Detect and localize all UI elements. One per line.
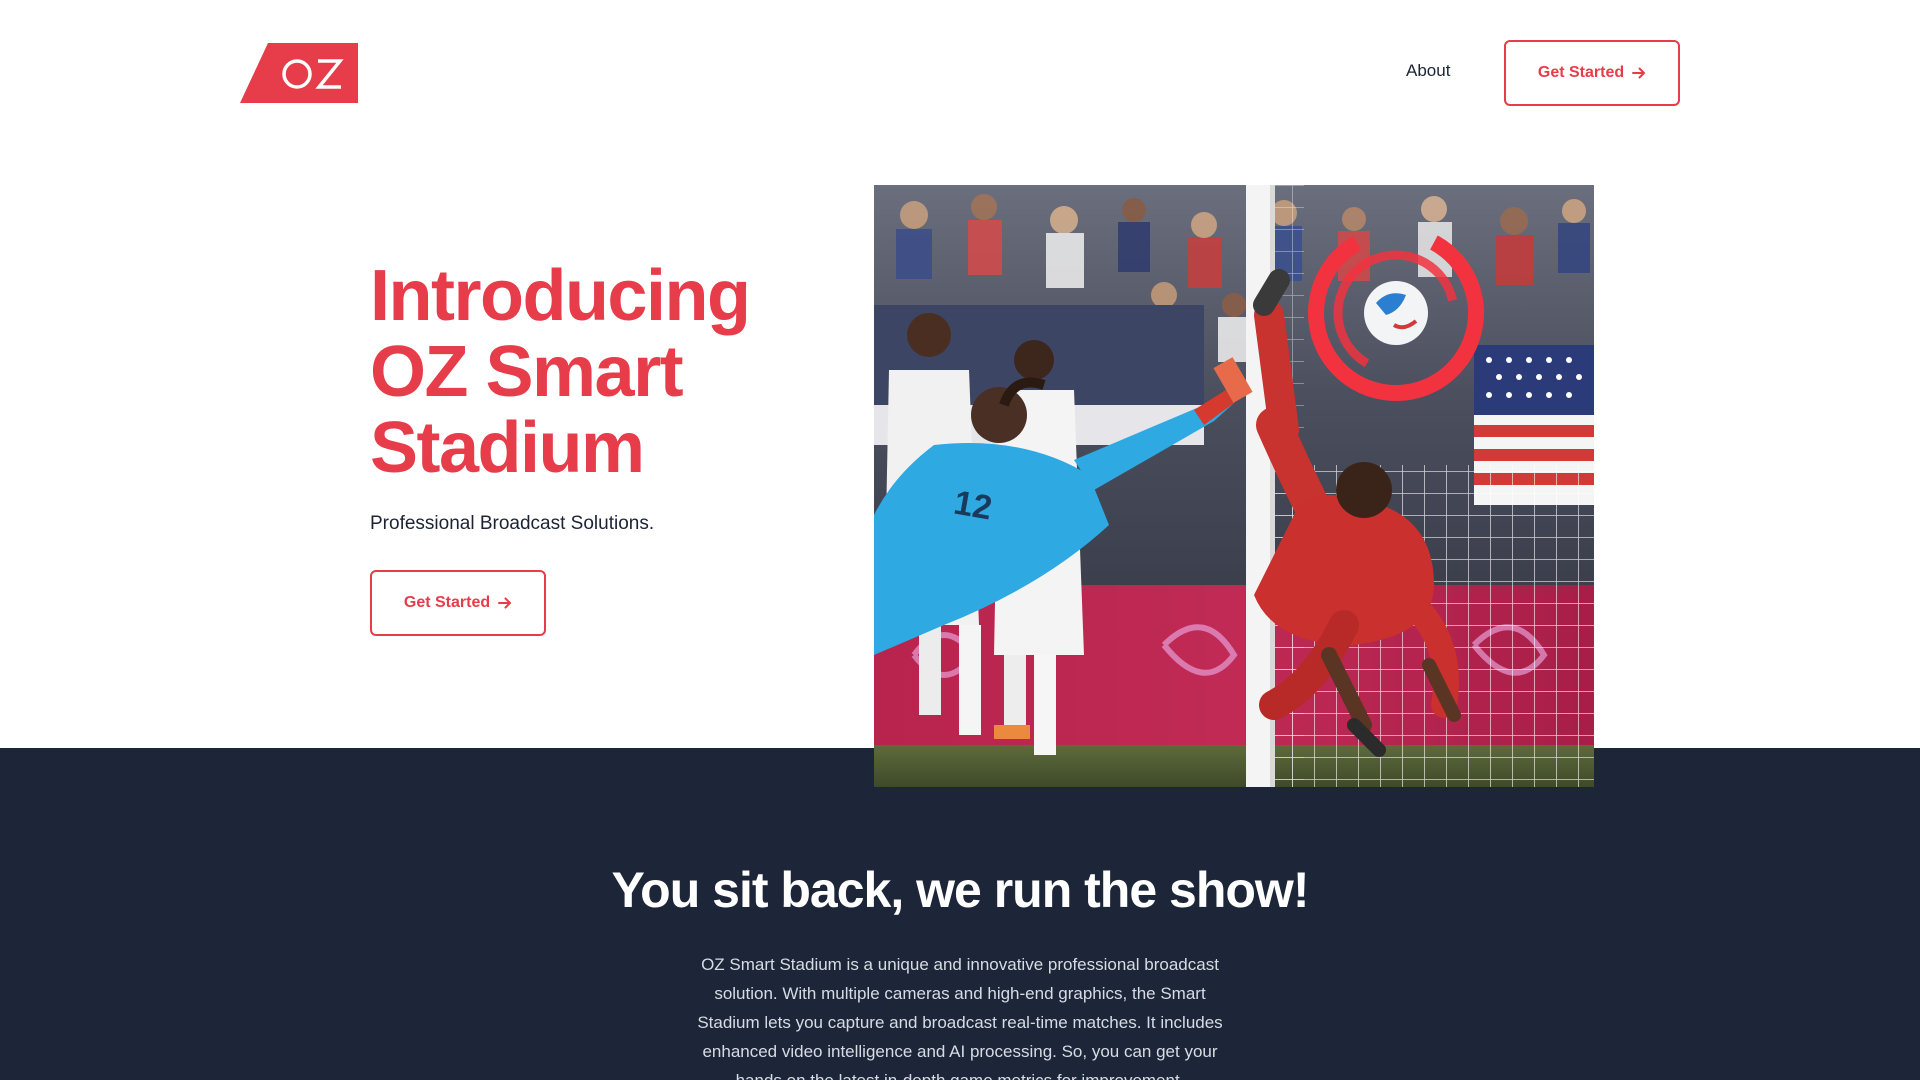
arrow-right-icon — [1632, 67, 1646, 79]
landing-page: About Get Started Introducing OZ Smart S… — [0, 0, 1920, 1080]
jersey-number: 12 — [951, 484, 995, 528]
header-get-started-button[interactable]: Get Started — [1504, 40, 1680, 106]
hero-image: 12 — [874, 185, 1594, 787]
section-heading: You sit back, we run the show! — [611, 862, 1310, 918]
hero-title-line-3: Stadium — [370, 408, 645, 488]
hero-title-line-2: OZ Smart — [370, 332, 684, 412]
section-body: OZ Smart Stadium is a unique and innovat… — [697, 955, 1223, 1080]
arrow-right-icon — [498, 597, 512, 609]
nav-about-link[interactable]: About — [1406, 61, 1450, 81]
oz-logo[interactable] — [240, 43, 358, 103]
hero-title-line-1: Introducing — [370, 256, 751, 336]
hero-title: Introducing OZ Smart Stadium — [370, 258, 790, 486]
header-get-started-label: Get Started — [1537, 64, 1625, 81]
hero-subtitle: Professional Broadcast Solutions. — [370, 513, 655, 534]
hero-get-started-button[interactable]: Get Started — [370, 570, 546, 636]
soccer-bicycle-kick-image: 12 — [874, 185, 1594, 787]
hero-get-started-label: Get Started — [403, 594, 491, 611]
oz-logo-icon — [240, 43, 358, 103]
